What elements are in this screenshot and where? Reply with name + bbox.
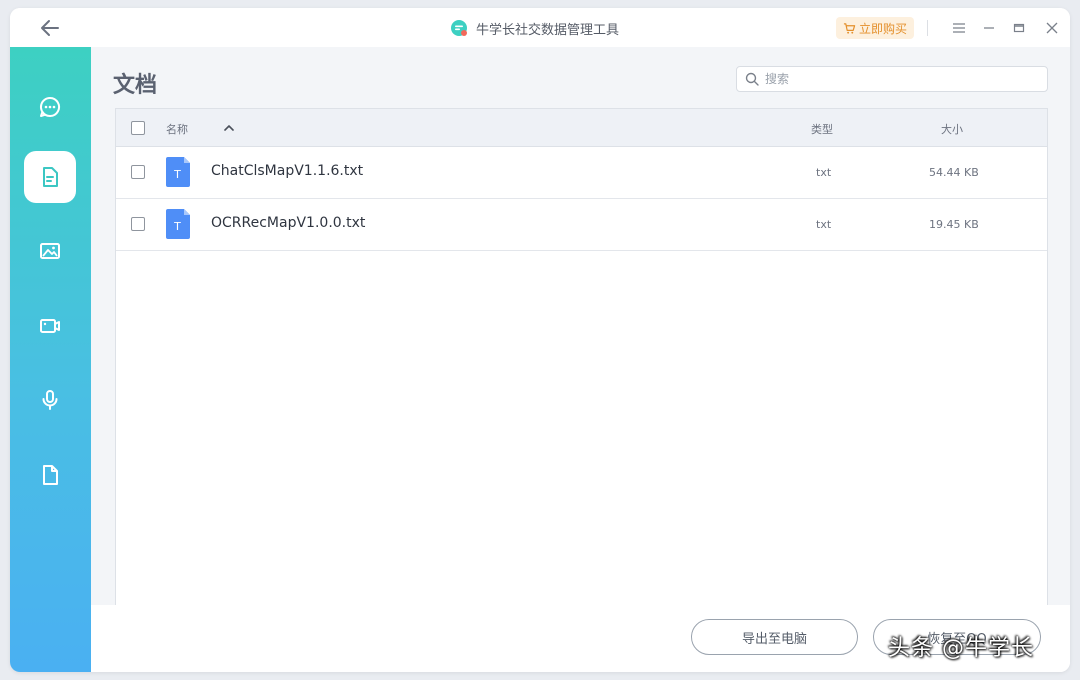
file-size: 54.44 KB	[929, 166, 979, 179]
app-logo-icon	[451, 20, 467, 36]
search-icon	[745, 72, 759, 86]
row-checkbox[interactable]	[131, 165, 145, 179]
chat-bubble-icon	[39, 96, 60, 117]
row-checkbox[interactable]	[131, 217, 145, 231]
close-icon	[1046, 22, 1058, 34]
column-header-size[interactable]: 大小	[941, 121, 963, 137]
select-all-checkbox[interactable]	[131, 121, 145, 135]
file-name: ChatClsMapV1.1.6.txt	[211, 163, 364, 179]
file-icon-letter: T	[173, 220, 181, 233]
main-panel: 文档 名称 类型 大小	[91, 47, 1070, 672]
sidebar-item-files[interactable]	[24, 449, 76, 501]
maximize-button[interactable]	[1009, 18, 1029, 38]
column-header-name[interactable]: 名称	[166, 121, 188, 137]
sidebar-item-messages[interactable]	[24, 81, 76, 133]
file-name: OCRRecMapV1.0.0.txt	[211, 215, 366, 231]
buy-now-button[interactable]: 立即购买	[836, 17, 915, 39]
sidebar-item-audio[interactable]	[24, 374, 76, 426]
watermark: 头条 @牛学长	[888, 636, 1034, 661]
page-title: 文档	[113, 73, 158, 98]
cart-icon	[843, 22, 856, 34]
minimize-button[interactable]	[979, 18, 999, 38]
chevron-up-icon[interactable]	[222, 122, 236, 134]
sidebar	[10, 47, 91, 672]
back-button[interactable]	[38, 16, 62, 40]
file-table: 名称 类型 大小 T ChatClsMapV1.1.6.txt txt 54.4…	[115, 108, 1048, 608]
search-input[interactable]	[765, 72, 1035, 86]
file-icon-letter: T	[173, 168, 181, 181]
export-to-pc-button[interactable]: 导出至电脑	[691, 619, 858, 655]
hamburger-menu-icon	[953, 23, 965, 33]
text-file-icon: T	[166, 157, 190, 187]
minimize-icon	[984, 27, 994, 29]
table-row[interactable]: T OCRRecMapV1.0.0.txt txt 19.45 KB	[116, 199, 1047, 251]
buy-now-label: 立即购买	[859, 21, 908, 36]
sidebar-item-documents[interactable]	[24, 151, 76, 203]
menu-button[interactable]	[949, 18, 969, 38]
file-icon	[43, 465, 58, 485]
text-file-icon: T	[166, 209, 190, 239]
search-box	[736, 66, 1048, 92]
table-row[interactable]: T ChatClsMapV1.1.6.txt txt 54.44 KB	[116, 147, 1047, 199]
microphone-icon	[42, 390, 58, 410]
column-header-type[interactable]: 类型	[811, 121, 833, 137]
titlebar-divider	[927, 20, 928, 36]
file-type: txt	[816, 218, 832, 231]
sidebar-item-videos[interactable]	[24, 300, 76, 352]
document-icon	[43, 167, 58, 187]
close-button[interactable]	[1042, 18, 1062, 38]
arrow-left-icon	[41, 20, 59, 36]
sidebar-item-images[interactable]	[24, 225, 76, 277]
video-camera-icon	[40, 319, 60, 333]
title-bar: 牛学长社交数据管理工具 立即购买	[10, 8, 1070, 47]
table-header: 名称 类型 大小	[116, 109, 1047, 147]
file-type: txt	[816, 166, 832, 179]
file-size: 19.45 KB	[929, 218, 979, 231]
app-title: 牛学长社交数据管理工具	[476, 22, 620, 38]
app-window: 牛学长社交数据管理工具 立即购买 文档 搜索 名称 类型 大小 T ChatCl…	[10, 8, 1070, 672]
title-area: 牛学长社交数据管理工具	[450, 18, 619, 38]
image-icon	[40, 243, 60, 259]
maximize-icon	[1013, 23, 1025, 33]
